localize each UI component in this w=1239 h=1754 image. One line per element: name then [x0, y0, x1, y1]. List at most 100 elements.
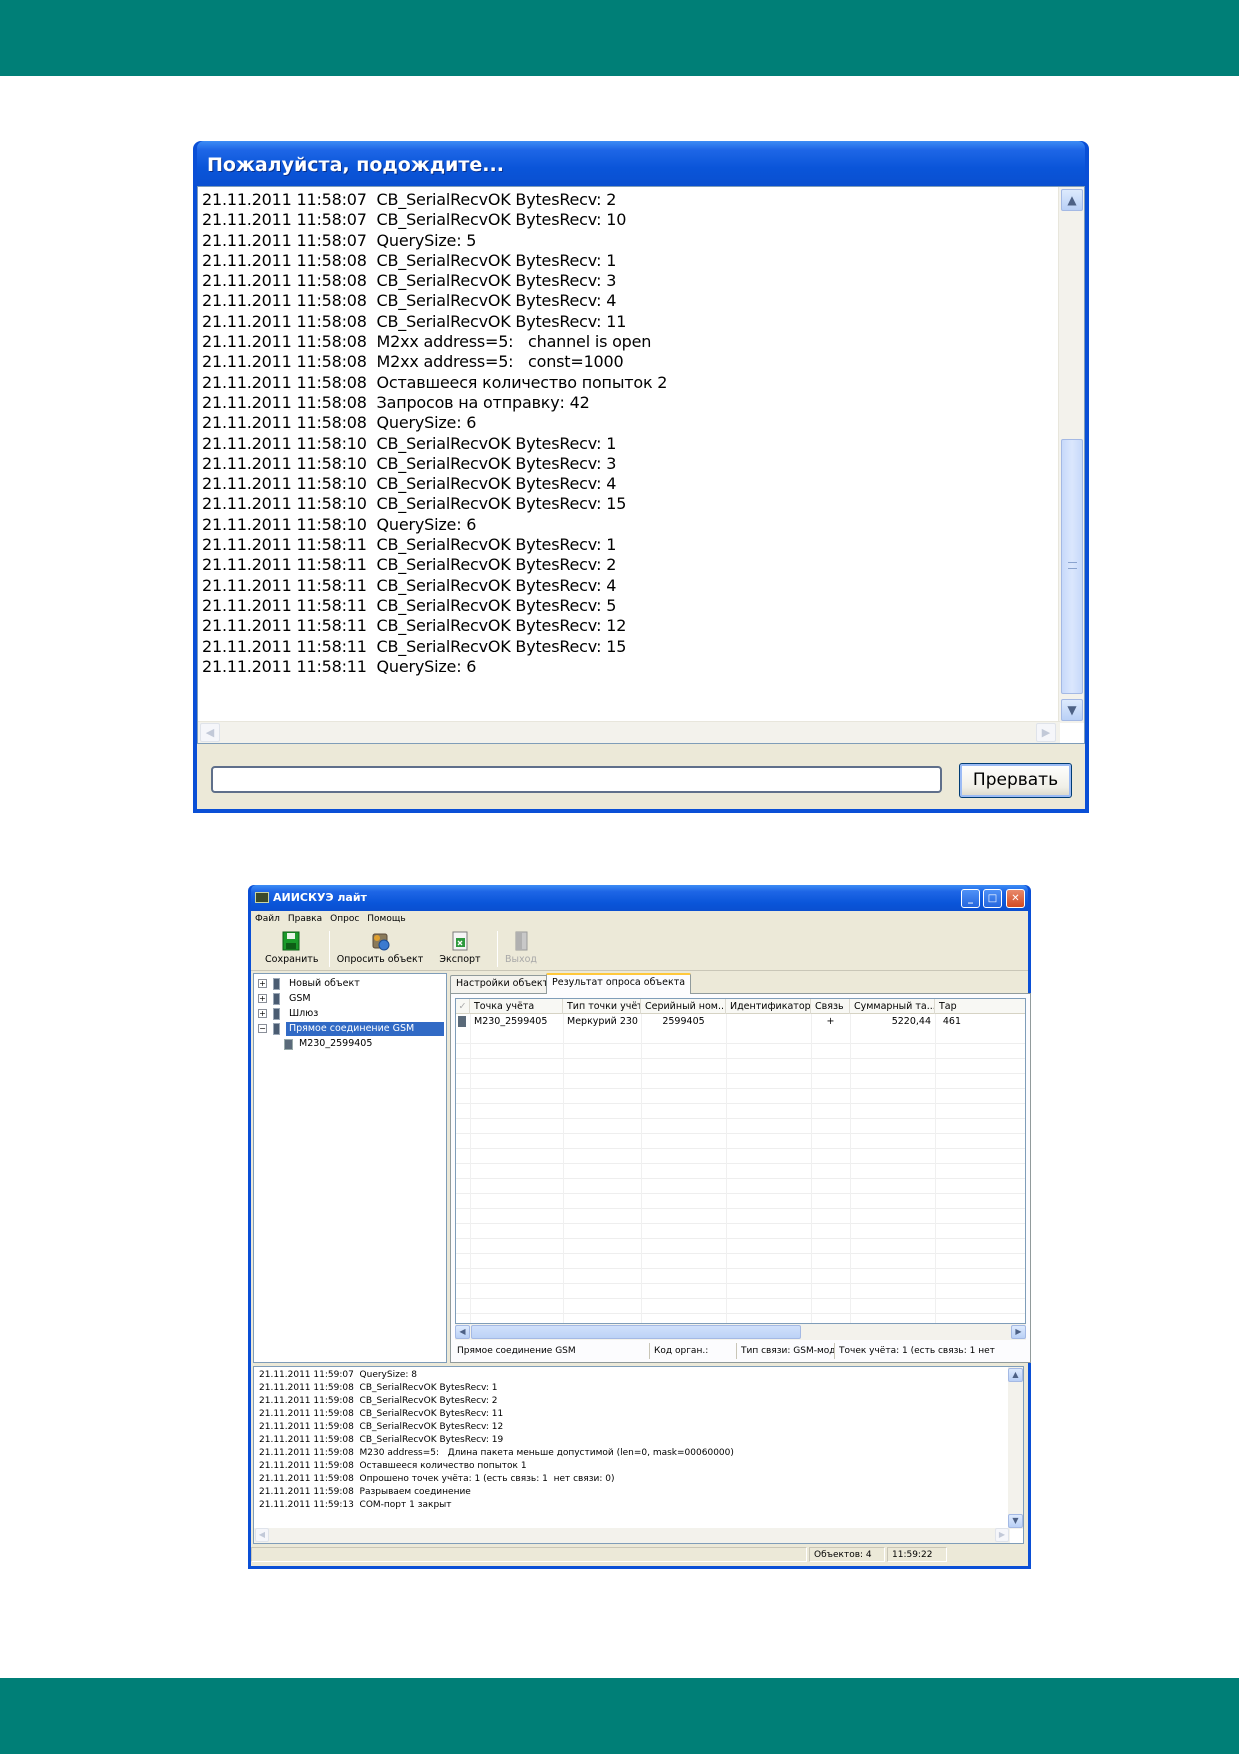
log-line: 21.11.2011 11:58:11 QuerySize: 6 [202, 656, 477, 676]
wait-log[interactable]: 21.11.2011 11:58:07 CB_SerialRecvOK Byte… [197, 186, 1085, 744]
log-line: 21.11.2011 11:58:08 Оставшееся количеств… [202, 372, 668, 392]
grid-col-line [641, 1014, 642, 1323]
tab-object-settings[interactable]: Настройки объекта [450, 975, 560, 993]
result-grid[interactable]: ✓ Точка учёта Тип точки учёта Серийный н… [455, 998, 1026, 1324]
grid-cell: 2599405 [662, 1016, 705, 1027]
progress-bar [211, 766, 942, 793]
status-empty [251, 1547, 807, 1562]
tree-label: M230_2599405 [299, 1038, 373, 1049]
log-line: 21.11.2011 11:58:08 M2xx address=5: cons… [202, 352, 624, 372]
log-line: 21.11.2011 11:58:10 CB_SerialRecvOK Byte… [202, 494, 627, 514]
scroll-right-icon[interactable]: ▶ [995, 1528, 1009, 1542]
wait-dialog-title: Пожалуйста, подождите... [197, 141, 1085, 186]
close-icon[interactable]: ✕ [1006, 889, 1025, 908]
column-header[interactable]: Точка учёта [470, 999, 563, 1014]
log-line: 21.11.2011 11:59:08 Оставшееся количеств… [259, 1461, 527, 1471]
log-line: 21.11.2011 11:58:08 Запросов на отправку… [202, 392, 590, 412]
tree-label: GSM [289, 993, 311, 1004]
log-line: 21.11.2011 11:58:10 QuerySize: 6 [202, 514, 477, 534]
scroll-down-icon[interactable]: ▼ [1061, 699, 1083, 721]
expand-icon[interactable]: + [258, 1009, 267, 1018]
column-header[interactable]: Тип точки учёта [563, 999, 641, 1014]
log-line: 21.11.2011 11:58:08 CB_SerialRecvOK Byte… [202, 271, 617, 291]
grid-empty-rows [456, 1029, 1025, 1323]
app-body: Файл Правка Опрос Помощь Сохранить Опросить… [251, 911, 1031, 1566]
log-line: 21.11.2011 11:59:08 CB_SerialRecvOK Byte… [259, 1409, 504, 1419]
app-log-vertical-scrollbar[interactable]: ▲ ▼ [1008, 1367, 1023, 1529]
column-header[interactable]: Суммарный та... [850, 999, 935, 1014]
status-time: 11:59:22 [887, 1547, 947, 1562]
wait-log-horizontal-scrollbar[interactable]: ◀ ▶ [198, 721, 1060, 743]
column-header[interactable]: Тар [935, 999, 1025, 1014]
poll-object-button[interactable]: Опросить объект [333, 930, 427, 965]
exit-door-icon [510, 930, 532, 952]
status-link-type: Тип связи: GSM-модем [739, 1343, 835, 1359]
scroll-left-icon[interactable]: ◀ [455, 1325, 470, 1339]
tree-item-direct-gsm[interactable]: − Прямое соединение GSM [258, 1022, 444, 1036]
object-tree[interactable]: + Новый объект + GSM + Шлюз − Прямое сое… [253, 973, 447, 1363]
expand-icon[interactable]: + [258, 994, 267, 1003]
scroll-left-icon[interactable]: ◀ [255, 1528, 269, 1542]
menubar: Файл Правка Опрос Помощь [251, 911, 1028, 927]
app-title: АИИСКУЭ лайт [273, 891, 367, 904]
scroll-up-icon[interactable]: ▲ [1061, 189, 1083, 211]
log-line: 21.11.2011 11:58:08 CB_SerialRecvOK Byte… [202, 311, 627, 331]
scroll-thumb[interactable] [1061, 439, 1083, 694]
log-line: 21.11.2011 11:58:08 M2xx address=5: chan… [202, 332, 652, 352]
app-status-bar: Объектов: 4 11:59:22 [251, 1546, 1028, 1563]
log-line: 21.11.2011 11:58:08 CB_SerialRecvOK Byte… [202, 250, 617, 270]
node-icon [273, 978, 280, 990]
menu-poll[interactable]: Опрос [330, 914, 359, 924]
scroll-up-icon[interactable]: ▲ [1008, 1368, 1023, 1382]
meter-icon [458, 1014, 470, 1029]
grid-cell: 461 [942, 1016, 961, 1027]
app-log[interactable]: 21.11.2011 11:59:07 QuerySize: 8 21.11.20… [253, 1366, 1024, 1544]
save-button[interactable]: Сохранить [265, 930, 319, 965]
abort-button[interactable]: Прервать [959, 763, 1072, 798]
scroll-down-icon[interactable]: ▼ [1008, 1514, 1023, 1528]
menu-edit[interactable]: Правка [288, 914, 322, 924]
grid-cell: M230_2599405 [474, 1016, 548, 1027]
column-header[interactable]: Связь [811, 999, 850, 1014]
grid-col-line [470, 1014, 471, 1323]
log-line: 21.11.2011 11:58:07 CB_SerialRecvOK Byte… [202, 190, 617, 209]
menu-file[interactable]: Файл [255, 914, 280, 924]
check-icon[interactable]: ✓ [456, 999, 470, 1014]
app-log-horizontal-scrollbar[interactable]: ◀ ▶ [254, 1528, 1010, 1543]
wait-log-lines: 21.11.2011 11:58:07 CB_SerialRecvOK Byte… [202, 190, 667, 677]
minimize-icon[interactable]: _ [961, 889, 980, 908]
tab-poll-result[interactable]: Результат опроса объекта [546, 973, 692, 994]
log-line: 21.11.2011 11:58:11 CB_SerialRecvOK Byte… [202, 535, 617, 555]
expand-icon[interactable]: + [258, 979, 267, 988]
save-label: Сохранить [265, 954, 319, 965]
export-icon [449, 930, 471, 952]
log-line: 21.11.2011 11:58:10 CB_SerialRecvOK Byte… [202, 453, 617, 473]
export-label: Экспорт [439, 954, 481, 965]
grid-horizontal-scrollbar[interactable]: ◀ ▶ [455, 1324, 1026, 1340]
toolbar-separator [329, 931, 330, 967]
status-connection: Прямое соединение GSM [455, 1343, 650, 1359]
wait-log-vertical-scrollbar[interactable]: ▲ ▼ [1058, 187, 1084, 723]
table-row[interactable]: M230_2599405 Меркурий 230 2599405 + 5220… [456, 1014, 1025, 1029]
column-header[interactable]: Идентификатор [726, 999, 811, 1014]
scroll-thumb[interactable] [471, 1325, 801, 1339]
wait-dialog: Пожалуйста, подождите... 21.11.2011 11:5… [193, 141, 1089, 813]
collapse-icon[interactable]: − [258, 1024, 267, 1033]
maximize-icon[interactable]: □ [983, 889, 1002, 908]
grid-cell: + [826, 1016, 835, 1027]
status-org-code: Код орган.: [652, 1343, 737, 1359]
menu-help[interactable]: Помощь [367, 914, 405, 924]
scroll-right-icon[interactable]: ▶ [1011, 1325, 1026, 1339]
grip-icon [1068, 562, 1077, 569]
scroll-left-icon[interactable]: ◀ [200, 723, 220, 742]
tree-label: Прямое соединение GSM [286, 1022, 444, 1036]
log-line: 21.11.2011 11:58:08 CB_SerialRecvOK Byte… [202, 291, 617, 311]
column-header[interactable]: Серийный ном... [641, 999, 726, 1014]
wait-dialog-body: 21.11.2011 11:58:07 CB_SerialRecvOK Byte… [197, 186, 1085, 809]
export-button[interactable]: Экспорт [435, 930, 485, 965]
exit-label: Выход [504, 954, 538, 965]
grid-col-line [563, 1014, 564, 1323]
scroll-right-icon[interactable]: ▶ [1036, 723, 1056, 742]
poll-label: Опросить объект [336, 954, 424, 965]
exit-button[interactable]: Выход [503, 930, 539, 965]
